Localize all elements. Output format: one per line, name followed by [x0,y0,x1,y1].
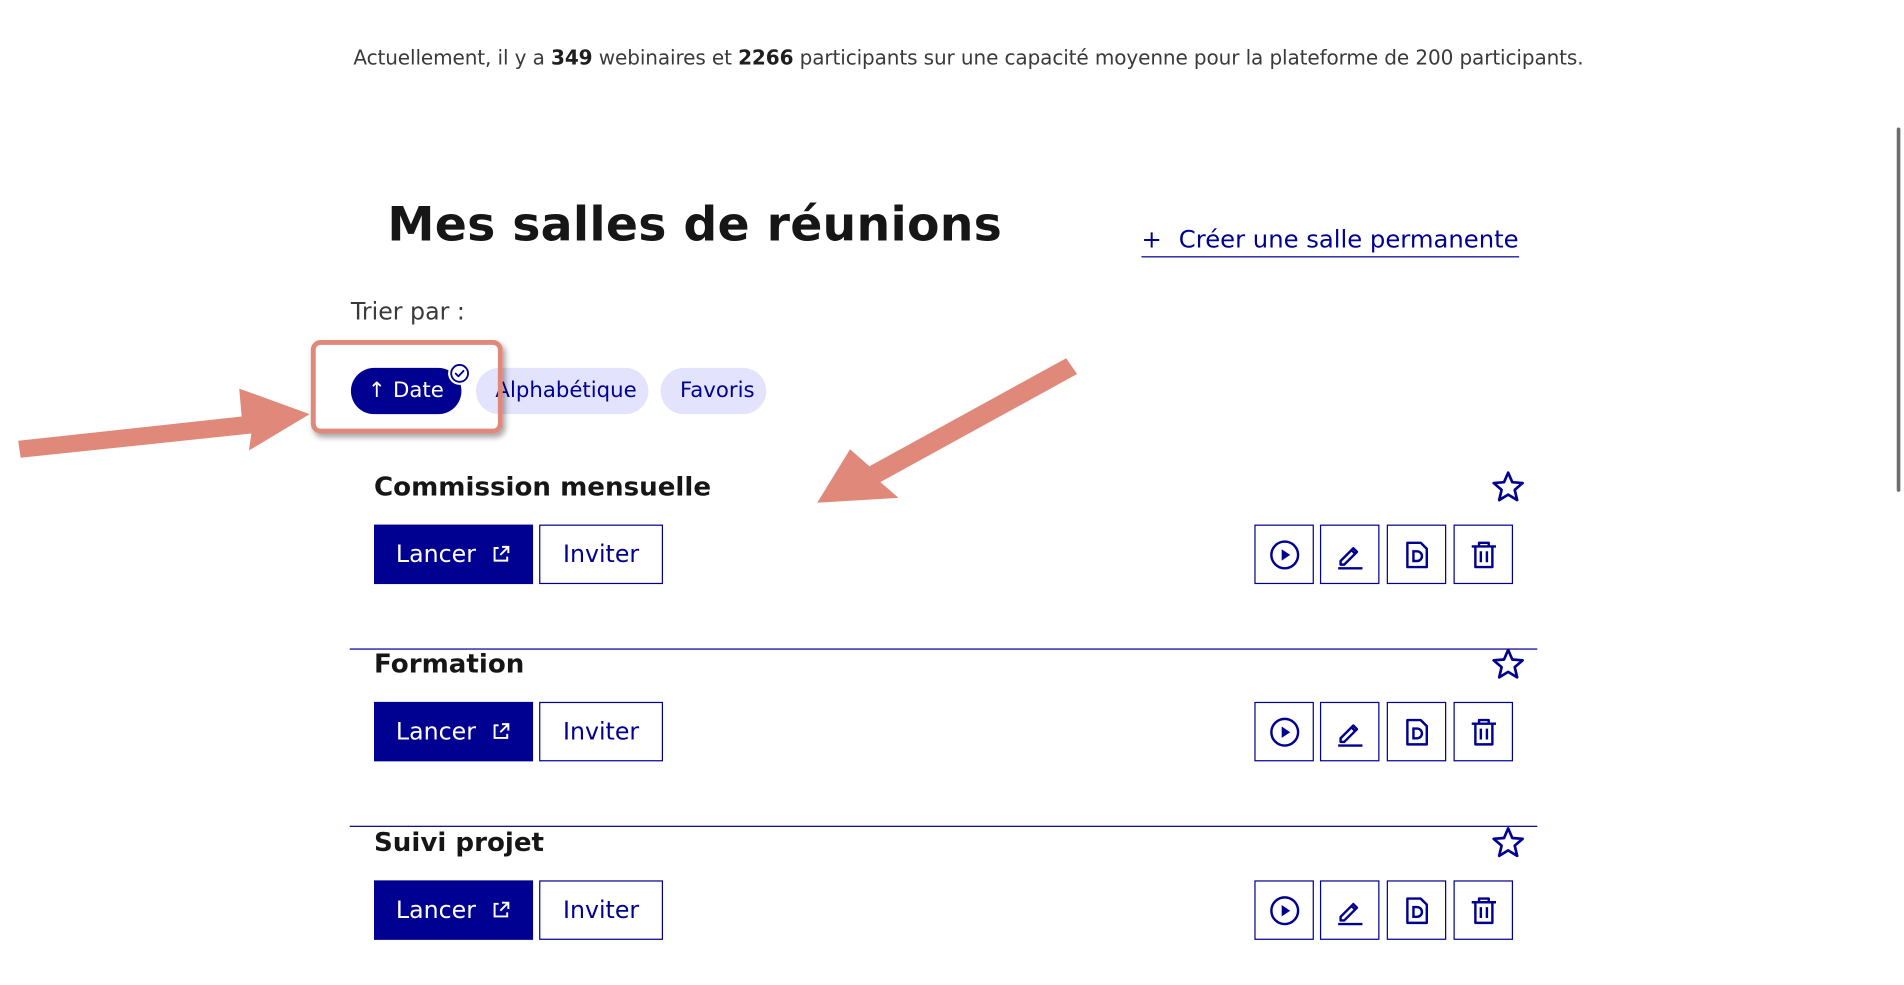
participant-count: 2266 [738,45,794,69]
sort-tag-date-label: Date [393,378,444,404]
star-icon[interactable] [1490,469,1526,505]
plus-icon: + [1141,224,1162,254]
webinar-count: 349 [551,45,593,69]
checkmark-circle-icon [448,361,472,385]
launch-button[interactable]: Lancer [374,524,534,585]
edit-button[interactable] [1319,880,1380,940]
stats-prefix: Actuellement, il y a [353,45,552,69]
document-icon [1405,896,1428,924]
external-link-icon [493,545,510,562]
sort-tag-alphabetical[interactable]: Alphabétique [476,367,649,415]
launch-button-label: Lancer [395,540,476,569]
star-icon[interactable] [1490,646,1526,682]
trash-icon [1471,896,1496,924]
external-link-icon [493,723,510,739]
stats-mid: webinaires et [592,45,739,69]
room-card: Commission mensuelle Lancer Inviter [349,469,1538,650]
platform-stats: Actuellement, il y a 349 webinaires et 2… [353,46,1583,69]
invite-button[interactable]: Inviter [539,701,664,762]
launch-button-label: Lancer [395,896,476,925]
edit-icon [1337,723,1362,747]
launch-button[interactable]: Lancer [374,701,534,762]
document-button[interactable] [1386,524,1447,585]
edit-icon [1337,902,1362,925]
create-room-label: Créer une salle permanente [1178,224,1519,254]
document-icon [1405,540,1428,568]
launch-button[interactable]: Lancer [374,880,534,940]
room-title: Formation [374,649,525,681]
trash-icon [1471,540,1496,568]
star-icon[interactable] [1490,825,1526,861]
trash-icon [1471,718,1496,745]
play-icon [1269,895,1299,925]
invite-button[interactable]: Inviter [539,880,664,940]
invite-button[interactable]: Inviter [539,524,664,585]
sort-tag-date[interactable]: ↑ Date [350,367,462,415]
document-button[interactable] [1386,880,1447,940]
delete-button[interactable] [1453,880,1514,940]
document-icon [1405,718,1428,745]
play-icon [1269,717,1299,747]
arrow-up-icon: ↑ [367,378,386,404]
create-permanent-room-link[interactable]: + Créer une salle permanente [1141,224,1519,258]
annotation-arrow-left [18,388,310,458]
play-button[interactable] [1254,524,1314,585]
sort-tag-favorites[interactable]: Favoris [660,367,767,415]
play-icon [1269,539,1299,569]
room-title: Commission mensuelle [374,472,712,503]
room-card: Suivi projet Lancer Inviter [350,825,1538,985]
scrollbar[interactable] [1896,127,1901,492]
play-button[interactable] [1254,701,1314,762]
edit-button[interactable] [1319,701,1380,762]
edit-icon [1337,546,1362,569]
room-card: Formation Lancer Inviter [349,648,1538,827]
sort-label: Trier par : [350,297,465,326]
external-link-icon [493,901,510,918]
play-button[interactable] [1254,880,1314,940]
delete-button[interactable] [1453,701,1514,762]
delete-button[interactable] [1453,524,1514,585]
launch-button-label: Lancer [395,717,476,746]
room-title: Suivi projet [374,828,545,859]
page-title: Mes salles de réunions [387,197,1003,253]
stats-suffix: participants sur une capacité moyenne po… [793,45,1584,69]
document-button[interactable] [1386,701,1447,762]
edit-button[interactable] [1319,524,1380,585]
